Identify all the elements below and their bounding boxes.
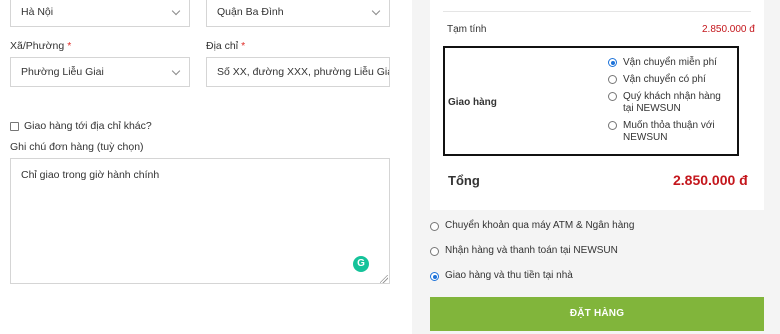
shipping-option-radio[interactable] <box>608 75 617 84</box>
shipping-option-label: Vận chuyển có phí <box>623 74 706 85</box>
chevron-down-icon <box>171 6 181 16</box>
district-select[interactable]: Quận Ba Đình <box>206 0 390 27</box>
required-mark: * <box>241 40 246 52</box>
address-input-value: Số XX, đường XXX, phường Liễu Giai <box>217 66 390 78</box>
payment-option-label: Nhận hàng và thanh toán tại NEWSUN <box>445 245 618 256</box>
address-input[interactable]: Số XX, đường XXX, phường Liễu Giai <box>206 57 390 87</box>
divider <box>443 11 751 12</box>
shipping-label: Giao hàng <box>448 97 497 108</box>
subtotal-label: Tạm tính <box>447 24 487 35</box>
payment-option-radio[interactable] <box>430 247 439 256</box>
order-notes-label: Ghi chú đơn hàng (tuỳ chọn) <box>10 141 144 153</box>
subtotal-value: 2.850.000 đ <box>702 24 755 35</box>
resize-handle-icon[interactable] <box>380 275 388 283</box>
chevron-down-icon <box>371 6 381 16</box>
payment-option-radio[interactable] <box>430 222 439 231</box>
shipping-option-radio[interactable] <box>608 92 617 101</box>
payment-option-label: Chuyển khoản qua máy ATM & Ngân hàng <box>445 220 635 231</box>
city-select-value: Hà Nội <box>21 6 54 18</box>
shipping-option-label: Muốn thỏa thuận với NEWSUN <box>623 120 715 143</box>
order-notes-value: Chỉ giao trong giờ hành chính <box>21 169 160 181</box>
address-label: Địa chỉ * <box>206 40 246 52</box>
shipping-option-label: Quý khách nhận hàng tại NEWSUN <box>623 91 721 114</box>
grammarly-icon[interactable]: G <box>353 256 369 272</box>
ward-label: Xã/Phường * <box>10 40 72 52</box>
payment-option-label: Giao hàng và thu tiền tại nhà <box>445 270 573 281</box>
ship-other-address-checkbox[interactable] <box>10 122 19 131</box>
city-select[interactable]: Hà Nội <box>10 0 190 27</box>
ship-other-address-label: Giao hàng tới địa chỉ khác? <box>24 120 152 132</box>
chevron-down-icon <box>171 66 181 76</box>
total-label: Tổng <box>448 173 480 188</box>
shipping-option-radio[interactable] <box>608 121 617 130</box>
ward-select-value: Phường Liễu Giai <box>21 66 104 78</box>
place-order-button[interactable]: ĐẶT HÀNG <box>430 297 764 331</box>
shipping-option-label: Vận chuyển miễn phí <box>623 57 717 68</box>
required-mark: * <box>67 40 72 52</box>
shipping-option-radio[interactable] <box>608 58 617 67</box>
order-notes-textarea[interactable]: Chỉ giao trong giờ hành chính <box>10 158 390 284</box>
district-select-value: Quận Ba Đình <box>217 6 284 18</box>
ward-select[interactable]: Phường Liễu Giai <box>10 57 190 87</box>
payment-option-radio[interactable] <box>430 272 439 281</box>
total-value: 2.850.000 đ <box>673 172 748 188</box>
